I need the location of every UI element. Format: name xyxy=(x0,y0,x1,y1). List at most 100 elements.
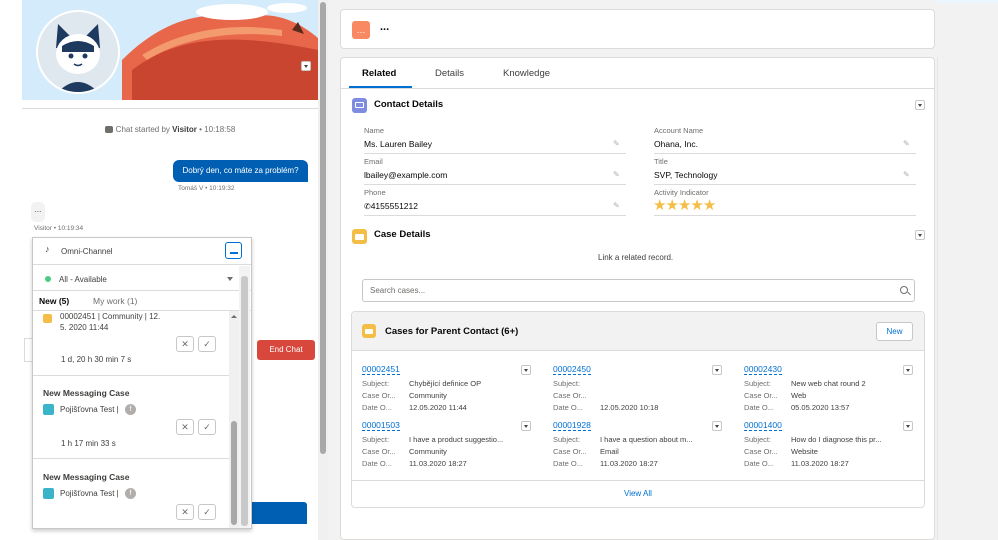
case-row-menu[interactable] xyxy=(712,421,722,431)
accept-button[interactable]: ✓ xyxy=(198,336,216,352)
case-date-label: Date O... xyxy=(362,459,393,468)
email-label: Email xyxy=(364,157,383,166)
contact-details-menu[interactable] xyxy=(915,100,925,110)
case-row-menu[interactable] xyxy=(903,421,913,431)
case-origin-value: Email xyxy=(600,447,619,456)
new-case-button[interactable]: New xyxy=(876,322,913,341)
parent-cases-icon xyxy=(362,324,376,338)
case-origin-label: Case Or... xyxy=(744,447,778,456)
case-row-menu[interactable] xyxy=(521,365,531,375)
case-origin-label: Case Or... xyxy=(362,391,396,400)
case-origin-label: Case Or... xyxy=(553,391,587,400)
contact-icon xyxy=(352,98,367,113)
case-tile: 00001928 Subject: I have a question about … xyxy=(553,420,723,472)
case-date-label: Date O... xyxy=(362,403,393,412)
edit-email-icon[interactable]: ✎ xyxy=(613,170,620,179)
decline-button[interactable]: ✕ xyxy=(176,504,194,520)
case-number-link[interactable]: 00002450 xyxy=(553,364,591,375)
omni-status-select[interactable]: All - Available xyxy=(33,266,251,291)
case-subject-link[interactable]: I have a question about m... xyxy=(600,435,693,444)
profile-menu-dropdown[interactable] xyxy=(301,61,311,71)
case-number-link[interactable]: 00002451 xyxy=(362,364,400,375)
omni-scrollbar-thumb[interactable] xyxy=(231,421,237,525)
case-number-link[interactable]: 00001928 xyxy=(553,420,591,431)
case-details-menu[interactable] xyxy=(915,230,925,240)
email-link[interactable]: lbailey@example.com xyxy=(364,170,447,180)
tab-details[interactable]: Details xyxy=(435,68,464,79)
end-chat-button[interactable]: End Chat xyxy=(257,340,315,360)
user-icon: f xyxy=(125,488,136,499)
omni-tab-my-work[interactable]: My work (1) xyxy=(93,296,137,306)
edit-phone-icon[interactable]: ✎ xyxy=(613,201,620,210)
accept-button[interactable]: ✓ xyxy=(198,419,216,435)
omni-outer-scrollbar[interactable] xyxy=(239,266,250,528)
omni-channel-panel: ♪ Omni-Channel All - Available New (5) M… xyxy=(32,237,252,529)
case-row-menu[interactable] xyxy=(903,365,913,375)
case-tile: 00002451 Subject: Chybějící definice OP Cas… xyxy=(362,364,532,416)
work-item-source: Pojišťovna Test | xyxy=(60,489,119,498)
star-icon: ★ xyxy=(653,197,666,214)
case-number-link[interactable]: 00001400 xyxy=(744,420,782,431)
omni-scrollbar[interactable] xyxy=(229,311,239,528)
case-origin-label: Case Or... xyxy=(744,391,778,400)
chat-icon xyxy=(104,126,113,133)
activity-stars: ★★★★★ xyxy=(653,196,716,214)
new-case-label: New xyxy=(886,327,903,336)
star-icon: ★ xyxy=(677,197,691,214)
status-dot-icon xyxy=(45,276,51,282)
case-subject-label: Subject: xyxy=(362,435,390,444)
omni-tab-new[interactable]: New (5) xyxy=(39,296,69,309)
case-subject-label: Subject: xyxy=(362,379,390,388)
search-cases-input[interactable]: Search cases... xyxy=(362,279,915,302)
omni-work-item[interactable]: New Messaging Case Pojišťovna Test | f ✕… xyxy=(33,459,229,528)
decline-button[interactable]: ✕ xyxy=(176,336,194,352)
case-origin-label: Case Or... xyxy=(553,447,587,456)
edit-account-icon[interactable]: ✎ xyxy=(903,139,910,148)
record-area-scrollbar[interactable] xyxy=(937,57,938,540)
case-row-menu[interactable] xyxy=(521,421,531,431)
omni-work-item[interactable]: New Messaging Case Pojišťovna Test | f ✕… xyxy=(33,376,229,459)
phone-label: Phone xyxy=(364,188,386,197)
case-number-link[interactable]: 00001503 xyxy=(362,420,400,431)
visitor-typing-text: ... xyxy=(34,205,42,214)
accept-button[interactable]: ✓ xyxy=(198,504,216,520)
case-number-link[interactable]: 00002430 xyxy=(744,364,782,375)
case-subject-link[interactable]: I have a product suggestio... xyxy=(409,435,503,444)
decline-button[interactable]: ✕ xyxy=(176,419,194,435)
edit-name-icon[interactable]: ✎ xyxy=(613,139,620,148)
case-subject-link[interactable]: New web chat round 2 xyxy=(791,379,866,388)
left-panel-scrollbar[interactable] xyxy=(318,0,328,540)
work-item-line2: 5. 2020 11:44 xyxy=(60,323,109,332)
case-row-menu[interactable] xyxy=(712,365,722,375)
contact-details-title: Contact Details xyxy=(374,99,444,110)
link-related-record[interactable]: Link a related record. xyxy=(598,253,673,262)
case-date-value: 05.05.2020 13:57 xyxy=(791,403,850,412)
minimize-icon xyxy=(229,252,238,254)
phone-link[interactable]: ✆4155551212 xyxy=(364,201,418,211)
case-subject-link[interactable]: How do I diagnose this pr... xyxy=(791,435,881,444)
left-panel-scrollbar-thumb[interactable] xyxy=(320,2,326,454)
top-edge-strip xyxy=(935,0,998,3)
account-link[interactable]: Ohana, Inc. xyxy=(654,139,698,149)
omni-work-item[interactable]: 00002451 | Community | 12. 5. 2020 11:44… xyxy=(33,311,229,376)
work-item-title: New Messaging Case xyxy=(43,472,130,482)
omni-header: ♪ Omni-Channel xyxy=(33,238,251,265)
case-origin-value: Web xyxy=(791,391,807,400)
work-item-wait: 1 h 17 min 33 s xyxy=(61,439,116,448)
omni-outer-scrollbar-thumb[interactable] xyxy=(241,276,248,526)
parent-cases-title[interactable]: Cases for Parent Contact (6+) xyxy=(385,326,518,337)
omni-minimize-button[interactable] xyxy=(225,242,242,259)
title-value: SVP, Technology xyxy=(654,170,718,180)
email-divider xyxy=(364,184,626,185)
send-button[interactable] xyxy=(250,502,307,524)
case-origin-value: Community xyxy=(409,447,447,456)
tab-related[interactable]: Related xyxy=(362,68,396,79)
case-tile: 00002430 Subject: New web chat round 2 Case… xyxy=(744,364,914,416)
view-all-link[interactable]: View All xyxy=(624,489,652,498)
case-details-icon xyxy=(352,229,367,244)
messaging-icon xyxy=(43,404,54,415)
tab-knowledge[interactable]: Knowledge xyxy=(503,68,550,79)
name-value: Ms. Lauren Bailey xyxy=(364,139,433,149)
case-subject-link[interactable]: Chybějící definice OP xyxy=(409,379,481,388)
edit-title-icon[interactable]: ✎ xyxy=(903,170,910,179)
